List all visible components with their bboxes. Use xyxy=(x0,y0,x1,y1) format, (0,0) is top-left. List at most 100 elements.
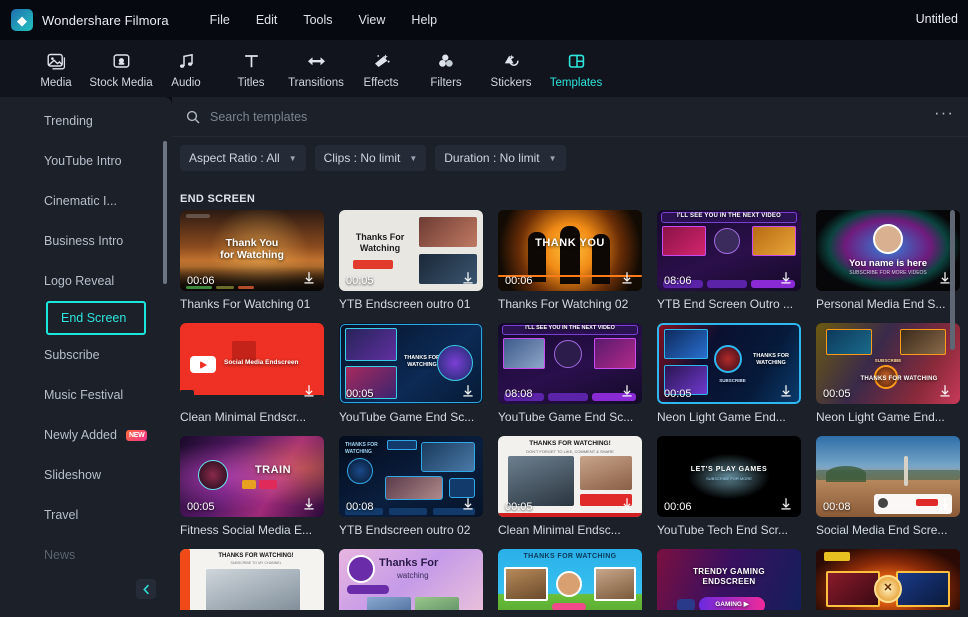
download-icon[interactable] xyxy=(937,609,953,610)
template-card[interactable]: TRAIN 00:05 Fitness Social Media E... xyxy=(180,436,324,537)
category-sidebar: Trending YouTube Intro Cinematic I... Bu… xyxy=(0,97,172,617)
template-name: Neon Light Game End... xyxy=(816,410,945,424)
download-icon[interactable] xyxy=(460,609,476,610)
template-thumbnail[interactable]: SUBSCRIBE THANKS FOR WATCHING 00:05 xyxy=(657,323,801,404)
template-card[interactable]: THANKS FOR WATCHING SUBSCRIBE 00:05 Neon L… xyxy=(816,323,960,424)
template-thumbnail[interactable]: THANKS FOR WATCHING 00:05 xyxy=(339,323,483,404)
template-card[interactable]: THANKS FOR WATCHING 00:05 YouTube Game End… xyxy=(339,323,483,424)
tab-titles[interactable]: Titles xyxy=(219,49,283,89)
template-card[interactable]: I'LL SEE YOU IN THE NEXT VIDEO 08:06 YTB … xyxy=(657,210,801,311)
filter-clips[interactable]: Clips : No limit ▼ xyxy=(314,145,427,171)
tab-templates[interactable]: Templates xyxy=(544,49,608,89)
download-icon[interactable] xyxy=(937,383,953,399)
template-card[interactable]: SUBSCRIBE THANKS FOR WATCHING 00:05 Neon L… xyxy=(657,323,801,424)
sidebar-item-travel[interactable]: Travel xyxy=(22,495,160,535)
template-thumbnail[interactable]: TRENDY GAMINGENDSCREEN GAMING ▶ 00:09 xyxy=(657,549,801,610)
download-icon[interactable] xyxy=(937,496,953,512)
template-thumbnail[interactable]: TRAIN 00:05 xyxy=(180,436,324,517)
search-input[interactable] xyxy=(210,109,935,124)
tab-stickers[interactable]: Stickers xyxy=(479,49,543,89)
templates-scrollbar[interactable] xyxy=(950,210,955,350)
download-icon[interactable] xyxy=(619,496,635,512)
template-card[interactable]: You name is here SUBSCRIBE FOR MORE VIDE… xyxy=(816,210,960,311)
download-icon[interactable] xyxy=(460,270,476,286)
template-thumbnail[interactable]: I'LL SEE YOU IN THE NEXT VIDEO 08:06 xyxy=(657,210,801,291)
more-options-icon[interactable]: ··· xyxy=(934,103,954,130)
template-card[interactable]: TRENDY GAMINGENDSCREEN GAMING ▶ 00:09 xyxy=(657,549,801,610)
template-thumbnail[interactable]: 00:08 xyxy=(816,436,960,517)
menu-file[interactable]: File xyxy=(197,8,243,32)
template-card[interactable]: THANKS FOR WATCHING 00:08 YTB Endscreen ou… xyxy=(339,436,483,537)
menu-bar: File Edit Tools View Help xyxy=(197,8,450,32)
download-icon[interactable] xyxy=(460,383,476,399)
sidebar-item-end-screen[interactable]: End Screen xyxy=(46,301,146,335)
template-thumbnail[interactable]: THANKS FOR WATCHING! DON'T FORGET TO LIK… xyxy=(498,436,642,517)
template-thumbnail[interactable]: ✕ VS00:05 xyxy=(816,549,960,610)
download-icon[interactable] xyxy=(619,383,635,399)
template-card[interactable]: THANK YOU 00:06 Thanks For Watching 02 xyxy=(498,210,642,311)
download-icon[interactable] xyxy=(619,609,635,610)
download-icon[interactable] xyxy=(619,270,635,286)
download-icon[interactable] xyxy=(301,609,317,610)
template-thumbnail[interactable]: Thanks For watching 00:07 xyxy=(339,549,483,610)
template-thumbnail[interactable]: THANKS FOR WATCHING 00:05 xyxy=(498,549,642,610)
template-card[interactable]: 00:08 Social Media End Scre... xyxy=(816,436,960,537)
sidebar-item-logo-reveal[interactable]: Logo Reveal xyxy=(22,261,160,301)
template-thumbnail[interactable]: THANKS FOR WATCHING SUBSCRIBE 00:05 xyxy=(816,323,960,404)
tab-audio[interactable]: Audio xyxy=(154,49,218,89)
template-card[interactable]: THANKS FOR WATCHING! SUBSCRIBE TO MY CHA… xyxy=(180,549,324,610)
menu-edit[interactable]: Edit xyxy=(243,8,291,32)
template-thumbnail[interactable]: Thank You for Watching 00:06 xyxy=(180,210,324,291)
sidebar-item-business-intro[interactable]: Business Intro xyxy=(22,221,160,261)
template-card[interactable]: Thanks For Watching 00:05 YTB Endscreen ou… xyxy=(339,210,483,311)
download-icon[interactable] xyxy=(301,270,317,286)
filter-duration[interactable]: Duration : No limit ▼ xyxy=(435,145,566,171)
template-thumbnail[interactable]: I'LL SEE YOU IN THE NEXT VIDEO 08:08 xyxy=(498,323,642,404)
sidebar-item-cinematic-intro[interactable]: Cinematic I... xyxy=(22,181,160,221)
template-thumbnail[interactable]: Thanks For Watching 00:05 xyxy=(339,210,483,291)
template-thumbnail[interactable]: You name is here SUBSCRIBE FOR MORE VIDE… xyxy=(816,210,960,291)
tab-media[interactable]: Media xyxy=(24,49,88,89)
template-thumbnail[interactable]: THANK YOU 00:06 xyxy=(498,210,642,291)
sidebar-item-trending[interactable]: Trending xyxy=(22,101,160,141)
template-card[interactable]: Thanks For watching 00:07 xyxy=(339,549,483,610)
menu-view[interactable]: View xyxy=(346,8,399,32)
menu-tools[interactable]: Tools xyxy=(290,8,345,32)
template-thumbnail[interactable]: LET'S PLAY GAMES SUBSCRIBE FOR MORE 00:06 xyxy=(657,436,801,517)
filter-aspect-ratio[interactable]: Aspect Ratio : All ▼ xyxy=(180,145,306,171)
category-list: Trending YouTube Intro Cinematic I... Bu… xyxy=(0,101,172,575)
sidebar-item-youtube-intro[interactable]: YouTube Intro xyxy=(22,141,160,181)
template-card[interactable]: Social Media Endscreen Clean Minimal End… xyxy=(180,323,324,424)
menu-help[interactable]: Help xyxy=(398,8,450,32)
sidebar-item-subscribe[interactable]: Subscribe xyxy=(22,335,160,375)
template-card[interactable]: THANKS FOR WATCHING 00:05 xyxy=(498,549,642,610)
sidebar-scrollbar[interactable] xyxy=(163,141,167,284)
sidebar-item-newly-added[interactable]: Newly Added NEW xyxy=(22,415,160,455)
sidebar-item-news[interactable]: News xyxy=(22,535,160,575)
template-card[interactable]: THANKS FOR WATCHING! DON'T FORGET TO LIK… xyxy=(498,436,642,537)
template-card[interactable]: Thank You for Watching 00:06 Thanks For Wa… xyxy=(180,210,324,311)
tab-transitions[interactable]: Transitions xyxy=(284,49,348,89)
download-icon[interactable] xyxy=(778,270,794,286)
download-icon[interactable] xyxy=(778,609,794,610)
sidebar-item-music-festival[interactable]: Music Festival xyxy=(22,375,160,415)
template-thumbnail[interactable]: Social Media Endscreen xyxy=(180,323,324,404)
template-card[interactable]: ✕ VS00:05 xyxy=(816,549,960,610)
download-icon[interactable] xyxy=(778,383,794,399)
sidebar-item-label: Business Intro xyxy=(44,234,124,248)
download-icon[interactable] xyxy=(460,496,476,512)
template-name: Neon Light Game End... xyxy=(657,410,786,424)
tab-stock-media[interactable]: Stock Media xyxy=(89,49,153,89)
tab-effects[interactable]: Effects xyxy=(349,49,413,89)
effects-wand-icon xyxy=(372,52,391,72)
download-icon[interactable] xyxy=(778,496,794,512)
sidebar-item-slideshow[interactable]: Slideshow xyxy=(22,455,160,495)
template-thumbnail[interactable]: THANKS FOR WATCHING! SUBSCRIBE TO MY CHA… xyxy=(180,549,324,610)
download-icon[interactable] xyxy=(301,496,317,512)
download-icon[interactable] xyxy=(301,383,317,399)
template-thumbnail[interactable]: THANKS FOR WATCHING 00:08 xyxy=(339,436,483,517)
sidebar-collapse-button[interactable] xyxy=(136,579,156,599)
template-card[interactable]: LET'S PLAY GAMES SUBSCRIBE FOR MORE 00:06… xyxy=(657,436,801,537)
tab-filters[interactable]: Filters xyxy=(414,49,478,89)
template-card[interactable]: I'LL SEE YOU IN THE NEXT VIDEO 08:08 YouT… xyxy=(498,323,642,424)
